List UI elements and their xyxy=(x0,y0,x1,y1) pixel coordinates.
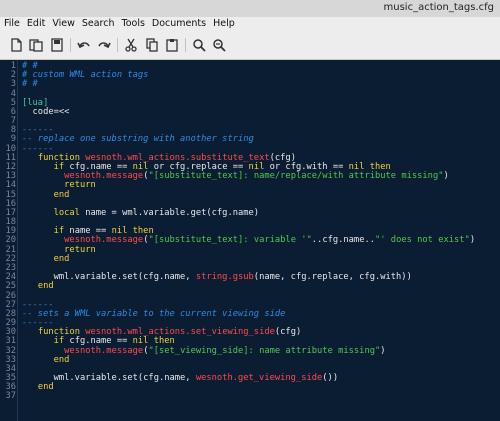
line-number: 37 xyxy=(5,391,16,402)
redo-icon[interactable] xyxy=(96,37,112,53)
line-code: # custom WML action tags xyxy=(22,71,148,80)
menu-help[interactable]: Help xyxy=(209,17,238,29)
menu-view[interactable]: View xyxy=(48,17,78,29)
line-number: 3 xyxy=(10,79,16,90)
code-token: end xyxy=(53,354,70,365)
code-token: end xyxy=(37,281,54,292)
code-token: -- sets a WML variable to the current vi… xyxy=(22,308,286,319)
line-code: local name = wml.variable.get(cfg.name) xyxy=(22,207,260,218)
code-token: ) xyxy=(443,171,449,182)
window-titlebar: music_action_tags.cfg xyxy=(0,0,500,17)
line-number: 25 xyxy=(5,281,16,292)
copy-icon[interactable] xyxy=(144,37,160,53)
line-code: -- replace one substring with another st… xyxy=(22,135,254,144)
line-number: 14 xyxy=(5,180,16,191)
menu-tools[interactable]: Tools xyxy=(118,17,148,29)
cut-icon[interactable] xyxy=(123,37,139,53)
code-token: local xyxy=(53,207,86,218)
undo-icon[interactable] xyxy=(76,37,92,53)
code-token: -- replace one substring with another st… xyxy=(22,134,254,145)
code-token: code=<< xyxy=(22,106,70,117)
code-token: ) xyxy=(380,345,386,356)
menu-documents[interactable]: Documents xyxy=(148,17,209,29)
new-document-icon[interactable] xyxy=(8,37,24,53)
line-code: end xyxy=(22,383,54,392)
line-code: wml.variable.set(cfg.name, wesnoth.get_v… xyxy=(22,373,339,384)
menu-search[interactable]: Search xyxy=(78,17,118,29)
toolbar-separator xyxy=(117,38,118,52)
save-document-icon[interactable] xyxy=(49,37,65,53)
code-token: "' does not exist" xyxy=(375,235,470,246)
search-replace-icon[interactable] xyxy=(211,37,227,53)
code-token: string.gsub xyxy=(195,272,254,283)
line-code: code=<< xyxy=(22,106,70,117)
menu-file[interactable]: File xyxy=(0,17,23,29)
line-code: # # xyxy=(22,80,38,89)
code-token: ()) xyxy=(322,373,339,384)
code-token: wesnoth.message xyxy=(64,345,144,356)
toolbar xyxy=(0,32,500,60)
code-token: # custom WML action tags xyxy=(22,70,149,81)
line-code: end xyxy=(22,354,70,365)
code-editor[interactable]: 1 # #2 # custom WML action tags 3 # #4 5 [lua]… xyxy=(0,60,500,421)
code-token: name = wml.variable.get(cfg.name) xyxy=(85,207,260,218)
code-token: "[substitute_text]: name/replace/with at… xyxy=(148,171,444,182)
code-token: ..cfg.name.. xyxy=(311,235,375,246)
paste-icon[interactable] xyxy=(164,37,180,53)
code-token: "[set_viewing_side]: name attribute miss… xyxy=(148,345,381,356)
menu-bar: File Edit View Search Tools Documents Help xyxy=(0,17,500,32)
code-token: (cfg) xyxy=(274,327,302,338)
toolbar-separator xyxy=(70,38,71,52)
line-code: -- sets a WML variable to the current vi… xyxy=(22,308,286,319)
menu-edit[interactable]: Edit xyxy=(23,17,48,29)
code-token: end xyxy=(37,382,54,393)
code-token: end xyxy=(53,253,70,264)
code-token: wesnoth.get_viewing_side xyxy=(195,373,323,384)
line-code: end xyxy=(22,253,70,264)
toolbar-separator xyxy=(185,38,186,52)
code-token: # # xyxy=(22,79,38,90)
line-code: end xyxy=(22,189,70,200)
code-token: (name, cfg.replace, cfg.with)) xyxy=(253,272,412,283)
window-title: music_action_tags.cfg xyxy=(383,2,495,13)
line-code: wesnoth.message("[set_viewing_side]: nam… xyxy=(22,345,386,356)
code-token: "[substitute_text]: variable '" xyxy=(148,235,312,246)
line-code: end xyxy=(22,282,54,291)
code-token: ) xyxy=(469,235,476,246)
code-token: end xyxy=(53,189,70,200)
line-code: wml.variable.set(cfg.name, string.gsub(n… xyxy=(22,273,412,282)
open-document-icon[interactable] xyxy=(28,37,44,53)
search-icon[interactable] xyxy=(191,37,207,53)
